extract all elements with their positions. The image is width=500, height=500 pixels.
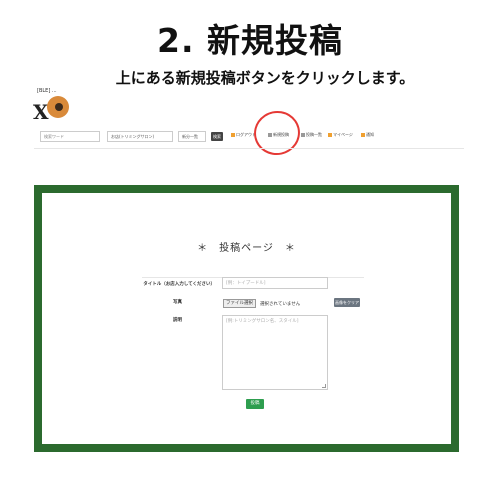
logout-link[interactable]: ログアウト [231,131,256,139]
file-status: 選択されていません [260,302,301,307]
header-divider [34,148,464,149]
highlight-circle [249,106,305,160]
step-description: 上にある新規投稿ボタンをクリックします。 [115,69,415,87]
logo-text: [BLE] ... [37,88,57,94]
clear-image-button[interactable]: 画像をクリア [334,298,360,307]
post-page-title: ＊ 投稿ページ ＊ [197,243,296,254]
user-icon [328,133,332,137]
step-title: 2. 新規投稿 [157,21,343,60]
title-input[interactable]: [例：トイプードル] [222,277,328,289]
post-page: ＊ 投稿ページ ＊ タイトル（お店入力してください） [例：トイプードル] 写真… [42,193,451,444]
bell-icon [361,133,365,137]
search-input[interactable]: 検索ワード [40,131,100,142]
file-select-button[interactable]: ファイル選択 [223,299,256,308]
photo-label: 写真 [173,300,182,305]
mypage-link[interactable]: マイページ [328,131,353,139]
sort-select[interactable]: 新分一覧 [178,131,206,142]
description-textarea[interactable]: [例:トリミングサロン名、スタイル] [222,315,328,390]
description-label: 説明 [173,318,182,323]
screenshot-frame: ＊ 投稿ページ ＊ タイトル（お店入力してください） [例：トイプードル] 写真… [34,185,459,452]
logo-dog-face [55,103,63,111]
logout-icon [231,133,235,137]
notification-link[interactable]: 通知 [361,131,374,139]
search-button[interactable]: 検索 [211,132,223,141]
post-list-link[interactable]: 投稿一覧 [301,131,322,139]
title-label: タイトル（お店入力してください） [143,282,215,287]
salon-select[interactable]: お店(トリミングサロン) [107,131,173,142]
list-icon [301,133,305,137]
submit-button[interactable]: 投稿 [246,399,264,409]
logo-x-glyph: X [33,100,49,124]
resize-handle[interactable] [322,384,326,388]
